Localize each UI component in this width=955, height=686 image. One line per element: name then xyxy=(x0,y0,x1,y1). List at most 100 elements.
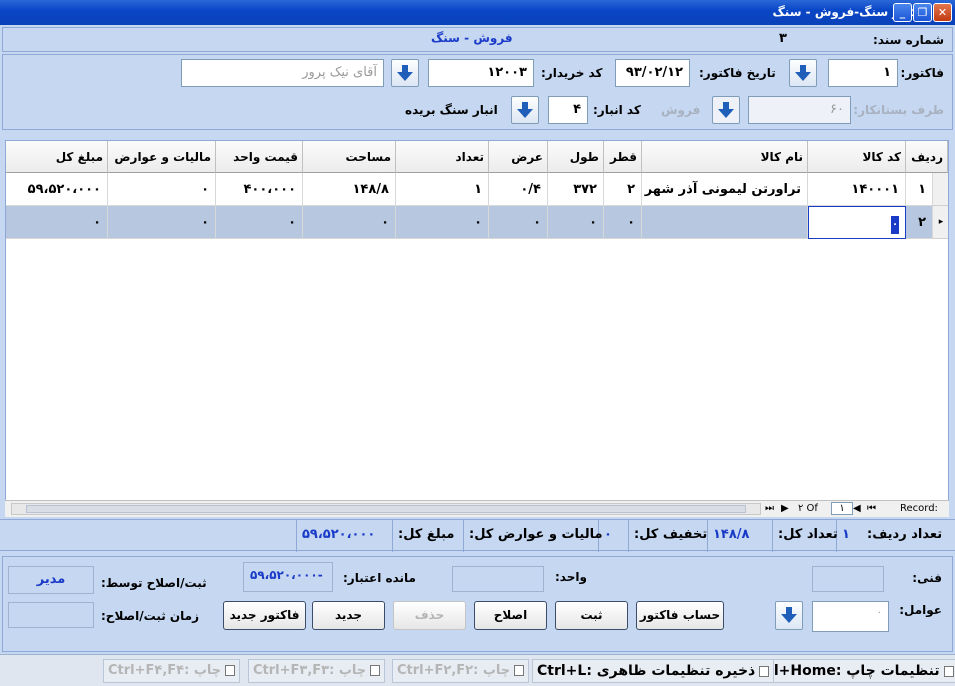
grid-navigator: Record: ⏮ ◀ ۱ ۲ Of ▶ ⏭ xyxy=(5,500,949,517)
print3-item[interactable]: چاپ :Ctrl+F۴,F۴ xyxy=(103,659,241,683)
col-header-thickness[interactable]: قطر xyxy=(604,141,642,173)
row-pointer-icon[interactable]: ▸ xyxy=(933,206,948,239)
title-bar: فاکتور سنگ-فروش - سنگ _ ❐ ✕ xyxy=(0,0,955,25)
cell-thickness[interactable]: ۰ xyxy=(604,206,642,239)
doc-type: فروش - سنگ xyxy=(431,31,513,45)
save-view-item[interactable]: ذخیره تنظیمات ظاهری :Ctrl+L xyxy=(532,659,775,683)
invoice-calc-button[interactable]: حساب فاکتور xyxy=(636,601,724,630)
save-view-label: ذخیره تنظیمات ظاهری :Ctrl+L xyxy=(537,663,756,679)
creditor-field[interactable]: ۶۰ xyxy=(748,96,851,124)
arrow-down-icon xyxy=(718,102,734,118)
row-selector[interactable] xyxy=(933,173,948,206)
sale-label: فروش xyxy=(661,103,701,117)
tax-total-label: مالیات و عوارض کل: xyxy=(463,520,608,552)
buyer-name-field[interactable]: آقای نیک پرور xyxy=(181,59,384,87)
register-time-label: زمان ثبت/اصلاح: xyxy=(101,609,200,623)
cell-item-code-editing[interactable]: ۰ xyxy=(808,206,906,239)
cell-thickness[interactable]: ۲ xyxy=(604,173,642,206)
cell-width[interactable]: ۰ xyxy=(489,206,548,239)
factors-lookup-button[interactable] xyxy=(775,601,803,630)
col-header-item-name[interactable]: نام کالا xyxy=(642,141,808,173)
delete-button[interactable]: حذف xyxy=(393,601,466,630)
scrollbar-thumb[interactable] xyxy=(26,505,746,513)
cell-item-code[interactable]: ۱۴۰۰۰۱ xyxy=(808,173,906,206)
cell-length[interactable]: ۳۷۲ xyxy=(548,173,604,206)
col-header-tax[interactable]: مالیات و عوارض xyxy=(108,141,216,173)
cell-row[interactable]: ۱ xyxy=(906,173,933,206)
col-header-item-code[interactable]: کد کالا xyxy=(808,141,906,173)
cell-count[interactable]: ۱ xyxy=(396,173,489,206)
arrow-down-icon xyxy=(795,65,811,81)
cell-count[interactable]: ۰ xyxy=(396,206,489,239)
arrow-down-icon xyxy=(517,102,533,118)
close-button[interactable]: ✕ xyxy=(933,3,952,22)
col-header-count[interactable]: تعداد xyxy=(396,141,489,173)
invoice-form: فاکتور: ۱ تاریخ فاکتور: ۹۳/۰۲/۱۲ کد خرید… xyxy=(2,54,953,130)
maximize-button[interactable]: ❐ xyxy=(913,3,932,22)
arrow-down-icon xyxy=(397,65,413,81)
cell-item-name[interactable]: تراورتن لیمونی آذر شهر xyxy=(642,173,808,206)
nav-next-icon[interactable]: ▶ xyxy=(781,503,789,514)
warehouse-name: انبار سنگ بریده xyxy=(405,103,498,117)
col-header-row[interactable]: ردیف xyxy=(906,141,948,173)
col-header-total[interactable]: مبلغ کل xyxy=(6,141,108,173)
registered-by-field[interactable]: مدیر xyxy=(8,566,94,594)
nav-of-label: ۲ Of xyxy=(798,503,818,514)
horizontal-scrollbar[interactable] xyxy=(11,503,761,515)
nav-current-field[interactable]: ۱ xyxy=(831,502,853,515)
register-time-field[interactable] xyxy=(8,602,94,628)
new-button[interactable]: جدید xyxy=(312,601,385,630)
factors-field[interactable]: ۰ xyxy=(812,601,889,632)
technical-label: فنی: xyxy=(912,571,942,585)
credit-remaining-field[interactable]: -۵۹،۵۲۰،۰۰۰ xyxy=(243,562,333,592)
cell-tax[interactable]: ۰ xyxy=(108,206,216,239)
col-header-unit-price[interactable]: قیمت واحد xyxy=(216,141,303,173)
nav-record-label: Record: xyxy=(900,503,938,514)
registered-by-label: ثبت/اصلاح توسط: xyxy=(101,576,207,590)
cell-unit-price[interactable]: ۰ xyxy=(216,206,303,239)
nav-prev-icon[interactable]: ◀ xyxy=(853,503,861,514)
doc-number-value: ۳ xyxy=(779,31,787,46)
col-header-width[interactable]: عرض xyxy=(489,141,548,173)
col-header-length[interactable]: طول xyxy=(548,141,604,173)
cell-length[interactable]: ۰ xyxy=(548,206,604,239)
nav-last-icon[interactable]: ⏭ xyxy=(765,503,774,514)
col-header-area[interactable]: مساحت xyxy=(303,141,396,173)
print-settings-item[interactable]: تنظیمات چاپ :Ctrl+Home xyxy=(745,659,955,683)
print1-item[interactable]: چاپ :Ctrl+F۲,F۲ xyxy=(392,659,530,683)
summary-bar: تعداد ردیف: ۱ تعداد کل: ۱۴۸/۸ تخفیف کل: … xyxy=(0,519,955,552)
buyer-lookup-button[interactable] xyxy=(391,59,419,87)
row-count-label: تعداد ردیف: xyxy=(867,527,943,542)
cell-area[interactable]: ۱۴۸/۸ xyxy=(303,173,396,206)
cell-item-name[interactable] xyxy=(642,206,808,239)
print2-label: چاپ :Ctrl+F۳,F۳ xyxy=(253,663,367,678)
new-invoice-button[interactable]: فاکتور جدید xyxy=(223,601,306,630)
credit-remaining-label: مانده اعتبار: xyxy=(343,571,416,585)
minimize-button[interactable]: _ xyxy=(893,3,912,22)
invoice-date-field[interactable]: ۹۳/۰۲/۱۲ xyxy=(615,59,690,87)
cell-total[interactable]: ۰ xyxy=(6,206,108,239)
cell-width[interactable]: ۰/۴ xyxy=(489,173,548,206)
cell-unit-price[interactable]: ۴۰۰،۰۰۰ xyxy=(216,173,303,206)
printer-icon xyxy=(225,665,236,676)
items-grid: ردیف کد کالا نام کالا قطر طول عرض تعداد … xyxy=(5,140,949,517)
buyer-code-field[interactable]: ۱۲۰۰۳ xyxy=(428,59,534,87)
warehouse-code-field[interactable]: ۴ xyxy=(548,96,588,124)
save-button[interactable]: ثبت xyxy=(555,601,628,630)
creditor-lookup-button[interactable] xyxy=(712,96,740,124)
cell-row[interactable]: ۲ xyxy=(906,206,933,239)
nav-first-icon[interactable]: ⏮ xyxy=(867,503,876,514)
unit-field[interactable] xyxy=(452,566,544,592)
print2-item[interactable]: چاپ :Ctrl+F۳,F۳ xyxy=(248,659,386,683)
print-settings-label: تنظیمات چاپ :Ctrl+Home xyxy=(750,663,940,679)
warehouse-lookup-button[interactable] xyxy=(511,96,539,124)
edit-button[interactable]: اصلاح xyxy=(474,601,547,630)
invoice-number-field[interactable]: ۱ xyxy=(828,59,898,87)
cell-tax[interactable]: ۰ xyxy=(108,173,216,206)
doc-header: شماره سند: ۳ فروش - سنگ xyxy=(2,27,953,52)
cell-total[interactable]: ۵۹،۵۲۰،۰۰۰ xyxy=(6,173,108,206)
technical-field[interactable] xyxy=(812,566,884,592)
invoice-lookup-button[interactable] xyxy=(789,59,817,87)
printer-icon xyxy=(943,665,954,677)
cell-area[interactable]: ۰ xyxy=(303,206,396,239)
